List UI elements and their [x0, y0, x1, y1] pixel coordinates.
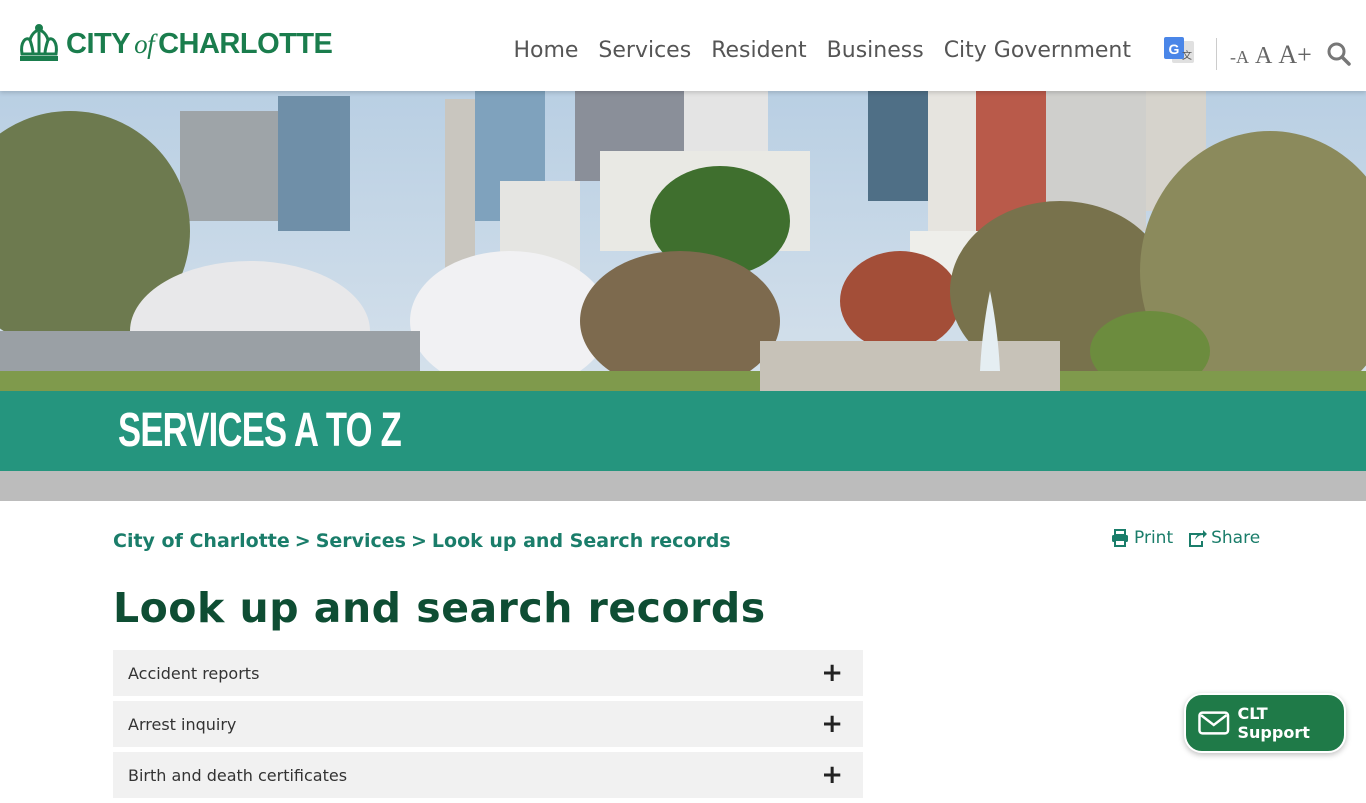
page-tools: Print Share — [1110, 528, 1260, 548]
share-button[interactable]: Share — [1187, 528, 1260, 548]
nav-resident[interactable]: Resident — [701, 36, 816, 66]
nav-home[interactable]: Home — [503, 36, 588, 66]
clt-support-label: CLT Support — [1237, 704, 1310, 742]
breadcrumb-separator: > — [410, 530, 427, 552]
printer-icon — [1112, 529, 1128, 547]
site-header: CITY of CHARLOTTE Home Services Resident B… — [0, 0, 1366, 91]
accordion-item-birth-death-certificates[interactable]: Birth and death certificates + — [113, 752, 863, 798]
svg-text:G: G — [1169, 41, 1180, 57]
print-label: Print — [1134, 528, 1174, 548]
page-title: Look up and search records — [113, 584, 766, 632]
plus-icon: + — [821, 709, 843, 739]
breadcrumb: City of Charlotte > Services > Look up and S… — [113, 530, 731, 552]
nav-business[interactable]: Business — [817, 36, 934, 66]
svg-text:文: 文 — [1182, 49, 1192, 62]
header-divider — [1216, 38, 1217, 70]
font-increase-button[interactable]: A+ — [1278, 40, 1311, 70]
share-icon — [1189, 530, 1208, 547]
print-button[interactable]: Print — [1110, 528, 1173, 548]
font-reset-button[interactable]: A — [1255, 43, 1272, 70]
font-decrease-button[interactable]: -A — [1230, 47, 1249, 68]
search-icon[interactable] — [1326, 41, 1352, 67]
crown-icon — [20, 24, 58, 61]
breadcrumb-separator: > — [294, 530, 311, 552]
plus-icon: + — [821, 658, 843, 688]
records-accordion: Accident reports + Arrest inquiry + Birt… — [113, 650, 863, 803]
nav-services[interactable]: Services — [588, 36, 701, 66]
breadcrumb-city-of-charlotte[interactable]: City of Charlotte — [113, 530, 290, 552]
main-nav: Home Services Resident Business City Gov… — [503, 36, 1141, 66]
clt-support-button[interactable]: CLT Support — [1184, 693, 1346, 753]
logo-text: CITY of CHARLOTTE — [66, 27, 333, 60]
nav-city-government[interactable]: City Government — [934, 36, 1141, 66]
breadcrumb-services[interactable]: Services — [316, 530, 406, 552]
accordion-item-arrest-inquiry[interactable]: Arrest inquiry + — [113, 701, 863, 747]
share-label: Share — [1211, 528, 1261, 548]
hero-title: SERVICES A TO Z — [118, 404, 402, 457]
font-size-controls: -A A A+ — [1230, 40, 1312, 70]
accordion-item-label: Accident reports — [128, 663, 260, 683]
envelope-icon — [1198, 711, 1230, 735]
accordion-item-label: Arrest inquiry — [128, 714, 237, 734]
breadcrumb-current-page[interactable]: Look up and Search records — [432, 530, 731, 552]
hero-banner: SERVICES A TO Z — [0, 91, 1366, 471]
grey-divider-strip — [0, 471, 1366, 501]
accordion-item-accident-reports[interactable]: Accident reports + — [113, 650, 863, 696]
accordion-item-label: Birth and death certificates — [128, 765, 348, 785]
plus-icon: + — [821, 760, 843, 790]
city-logo[interactable]: CITY of CHARLOTTE — [16, 22, 333, 66]
google-translate-icon[interactable]: G 文 — [1162, 35, 1196, 67]
